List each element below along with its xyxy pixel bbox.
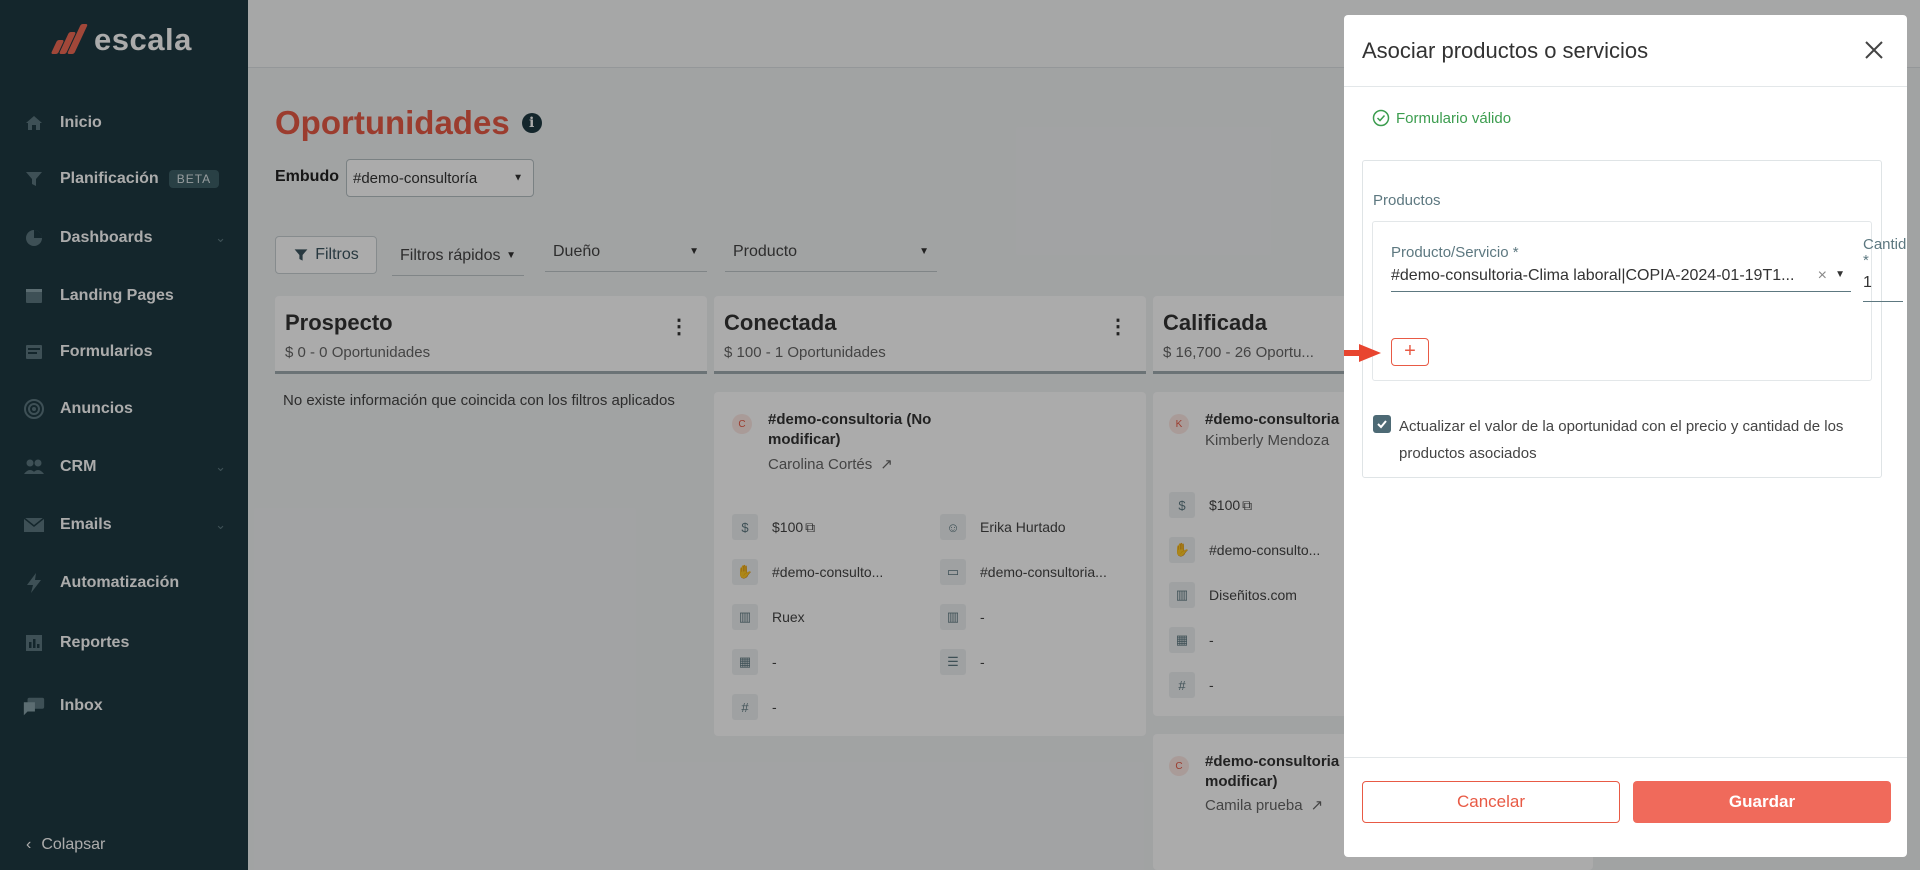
product-select[interactable]: #demo-consultoria-Clima laboral|COPIA-20… [1391, 260, 1851, 292]
products-section: Productos Producto/Servicio * #demo-cons… [1344, 160, 1907, 478]
check-circle-icon [1372, 109, 1390, 127]
save-button[interactable]: Guardar [1633, 781, 1891, 823]
quantity-asterisk: * [1863, 252, 1869, 269]
panel-footer: Cancelar Guardar [1344, 757, 1907, 857]
clear-icon[interactable]: × [1818, 267, 1827, 285]
product-row: Producto/Servicio * #demo-consultoria-Cl… [1344, 221, 1907, 381]
associate-products-panel: Asociar productos o servicios Formulario… [1344, 15, 1907, 857]
update-value-checkbox[interactable] [1373, 415, 1391, 433]
product-label: Producto/Servicio * [1391, 244, 1519, 261]
close-icon[interactable] [1863, 39, 1885, 61]
update-value-checkbox-row[interactable]: Actualizar el valor de la oportunidad co… [1373, 413, 1873, 467]
section-title: Productos [1373, 192, 1441, 209]
arrow-right-icon [1344, 344, 1381, 362]
quantity-label: Cantidad [1863, 236, 1907, 253]
panel-title: Asociar productos o servicios [1362, 37, 1649, 63]
form-valid-status: Formulario válido [1372, 109, 1511, 127]
checkbox-label: Actualizar el valor de la oportunidad co… [1399, 418, 1844, 462]
caret-down-icon[interactable]: ▼ [1835, 269, 1845, 280]
add-product-button[interactable]: + [1391, 338, 1429, 366]
quantity-input[interactable]: 1 [1863, 274, 1903, 302]
panel-header: Asociar productos o servicios [1344, 15, 1907, 87]
checkmark-icon [1377, 420, 1387, 429]
cancel-button[interactable]: Cancelar [1362, 781, 1620, 823]
